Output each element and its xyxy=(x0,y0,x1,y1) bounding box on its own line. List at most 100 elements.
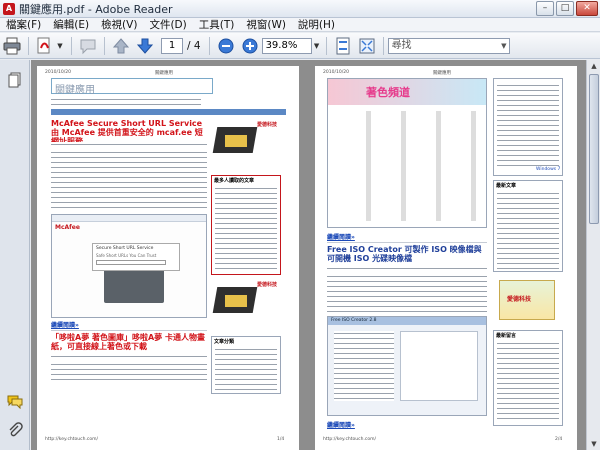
adobe-reader-icon: A xyxy=(3,2,15,15)
post-body-1 xyxy=(51,150,207,212)
ad-brand: 愛德科技 xyxy=(257,122,278,128)
create-pdf-icon xyxy=(37,37,50,53)
menu-window[interactable]: 視窗(W) xyxy=(240,17,292,32)
zoom-in-icon xyxy=(242,38,258,53)
post-meta xyxy=(327,266,487,271)
banner-title: 著色頻道 xyxy=(366,86,410,99)
search-placeholder: 尋找 xyxy=(391,39,412,51)
site-title: 關鍵應用 xyxy=(55,85,95,96)
search-dropdown-icon[interactable]: ▼ xyxy=(501,39,506,53)
category-list-panel: Windows 7 xyxy=(493,78,563,176)
toolbar-separator xyxy=(71,36,72,55)
zoom-out-button[interactable] xyxy=(216,36,236,56)
previous-page-icon xyxy=(112,37,130,53)
toolbar-separator xyxy=(325,36,327,55)
page-header: 關鍵應用 xyxy=(433,71,451,76)
recent-posts-panel: 最新文章 xyxy=(493,180,563,272)
page-number-input[interactable]: 1 xyxy=(161,37,183,54)
menu-edit[interactable]: 編輯(E) xyxy=(47,17,95,32)
read-more-link-0[interactable]: 繼續閱讀» xyxy=(327,232,355,241)
scroll-down-icon[interactable]: ▼ xyxy=(587,438,600,450)
post-body-3 xyxy=(327,274,487,314)
page-date: 2010/10/20 xyxy=(45,70,71,75)
menu-bar: 檔案(F) 編輯(E) 檢視(V) 文件(D) 工具(T) 視窗(W) 說明(H… xyxy=(0,18,600,32)
recent-comments-title: 最新留言 xyxy=(496,333,517,339)
print-icon xyxy=(3,37,21,54)
fit-page-icon xyxy=(336,37,350,54)
divider xyxy=(327,242,487,243)
menu-help[interactable]: 說明(H) xyxy=(292,17,341,32)
zoom-in-button[interactable] xyxy=(240,36,260,56)
zoom-dropdown-icon[interactable]: ▼ xyxy=(312,38,322,54)
ad-banner: 愛德科技 xyxy=(493,276,563,326)
window-title: 關鍵應用.pdf - Adobe Reader xyxy=(19,2,173,16)
zoom-level-input[interactable]: 39.8% xyxy=(261,37,312,54)
popular-posts-panel: 最多人讀取的文章 xyxy=(211,175,281,275)
read-more-link-1[interactable]: 繼續閱讀» xyxy=(51,320,79,329)
toolbar: ▼ 1 / 4 39.8% ▼ 尋找 ▼ xyxy=(0,33,600,59)
pdf-page-1: 2010/10/20 關鍵應用 關鍵應用 McAfee Secure Short… xyxy=(37,66,299,450)
ad-brand: 愛德科技 xyxy=(257,282,278,288)
post-meta xyxy=(51,142,207,147)
read-more-link-1[interactable]: 繼續閱讀» xyxy=(327,420,355,429)
fit-page-button[interactable] xyxy=(333,36,353,56)
zoom-out-icon xyxy=(218,38,234,53)
next-page-button[interactable] xyxy=(135,36,155,56)
toolbar-separator xyxy=(28,36,29,55)
categories-panel: 文章分類 xyxy=(211,336,281,394)
create-pdf-button[interactable]: ▼ xyxy=(35,36,65,56)
screenshot-tagline: Safe Short URLs You Can Trust xyxy=(96,253,157,258)
post-title-2: 「哆啦A夢 著色圖庫」哆啦A夢 卡通人物畫紙，可直接線上著色或下載 xyxy=(51,333,205,351)
screenshot-image: McAfee Secure Short URL Service Safe Sho… xyxy=(51,214,207,318)
post-meta xyxy=(51,354,207,359)
footer-url: http://key.chtouch.com/ xyxy=(323,437,377,442)
divider xyxy=(51,330,207,331)
pages-icon[interactable] xyxy=(7,72,23,88)
ad-brand: 愛德科技 xyxy=(507,296,532,303)
pdf-page-2: 2010/10/20 關鍵應用 著色頻道 繼續閱讀» Free ISO Crea… xyxy=(315,66,577,450)
print-button[interactable] xyxy=(2,36,22,56)
dialog-title: Free ISO Creator 2.8 xyxy=(331,318,377,323)
search-input[interactable]: 尋找 ▼ xyxy=(387,37,510,54)
next-page-icon xyxy=(136,38,154,54)
page-date: 2010/10/20 xyxy=(323,70,349,75)
comment-button[interactable] xyxy=(78,36,98,56)
title-bar: A 關鍵應用.pdf - Adobe Reader – □ ✕ xyxy=(0,0,600,18)
attachments-icon[interactable] xyxy=(7,422,23,438)
full-screen-button[interactable] xyxy=(357,36,377,56)
scrollbar-thumb[interactable] xyxy=(589,74,599,224)
minimize-button[interactable]: – xyxy=(536,1,554,16)
scroll-up-icon[interactable]: ▲ xyxy=(587,60,600,72)
ad-card-reader-2: 愛德科技 xyxy=(211,279,281,332)
popular-posts-title: 最多人讀取的文章 xyxy=(214,178,255,184)
document-view[interactable]: 2010/10/20 關鍵應用 關鍵應用 McAfee Secure Short… xyxy=(31,60,600,450)
navigation-pane xyxy=(0,60,30,450)
footer-page-number: 2/4 xyxy=(555,437,563,442)
menu-view[interactable]: 檢視(V) xyxy=(95,17,143,32)
site-logo: 關鍵應用 xyxy=(51,78,213,96)
screenshot-brand: McAfee xyxy=(55,224,80,231)
menu-document[interactable]: 文件(D) xyxy=(143,17,192,32)
menu-tools[interactable]: 工具(T) xyxy=(193,17,241,32)
recent-posts-title: 最新文章 xyxy=(496,183,517,189)
menu-file[interactable]: 檔案(F) xyxy=(0,17,47,32)
vertical-scrollbar[interactable]: ▲ ▼ xyxy=(586,60,600,450)
toolbar-separator xyxy=(382,36,384,55)
footer-page-number: 1/4 xyxy=(277,437,285,442)
close-button[interactable]: ✕ xyxy=(576,1,598,16)
toolbar-separator xyxy=(208,36,210,55)
page-header: 關鍵應用 xyxy=(155,71,173,76)
comments-icon[interactable] xyxy=(7,393,23,409)
nav-links xyxy=(51,97,201,108)
screenshot-heading: Secure Short URL Service xyxy=(96,246,154,251)
nav-bar xyxy=(51,109,286,115)
post-title-3: Free ISO Creator 可製作 ISO 映像檔與可開機 ISO 光碟映… xyxy=(327,245,482,263)
coloring-page-image: 著色頻道 xyxy=(327,78,487,228)
maximize-button[interactable]: □ xyxy=(556,1,574,16)
categories-title: 文章分類 xyxy=(214,339,235,345)
chevron-down-icon: ▼ xyxy=(57,41,63,50)
toolbar-separator xyxy=(104,36,105,55)
ad-card-reader-1: 愛德科技 xyxy=(211,119,281,172)
iso-creator-screenshot: Free ISO Creator 2.8 xyxy=(327,316,487,416)
previous-page-button[interactable] xyxy=(111,36,131,56)
